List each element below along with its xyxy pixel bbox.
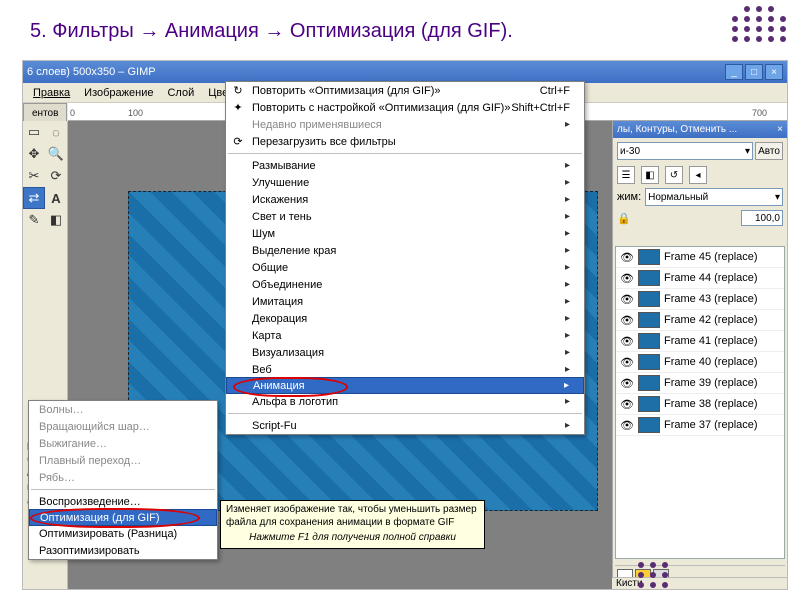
rotate-tool[interactable]: ⟳: [45, 165, 67, 187]
submenu-optimize-gif[interactable]: Оптимизация (для GIF): [29, 509, 217, 526]
eye-icon[interactable]: 👁: [620, 335, 634, 348]
menu-decor[interactable]: Декорация: [226, 310, 584, 327]
layers-tab-icon[interactable]: ☰: [617, 166, 635, 184]
tooltip: Изменяет изображение так, чтобы уменьшит…: [220, 500, 485, 549]
eye-icon[interactable]: 👁: [620, 272, 634, 285]
window-minimize-button[interactable]: _: [725, 64, 743, 80]
gear-icon: ✦: [230, 101, 246, 114]
menu-noise[interactable]: Шум: [226, 225, 584, 242]
text-tool[interactable]: A: [45, 187, 67, 209]
paths-tab-icon[interactable]: ↺: [665, 166, 683, 184]
lock-icon[interactable]: 🔒: [617, 212, 631, 225]
animation-submenu: Волны… Вращающийся шар… Выжигание… Плавн…: [28, 400, 218, 560]
dock-tab[interactable]: ентов: [23, 103, 67, 123]
layer-row[interactable]: 👁Frame 45 (replace): [616, 247, 784, 268]
layer-row[interactable]: 👁Frame 44 (replace): [616, 268, 784, 289]
mode-label: жим:: [617, 191, 641, 203]
menu-light[interactable]: Свет и тень: [226, 208, 584, 225]
channels-tab-icon[interactable]: ◧: [641, 166, 659, 184]
eye-icon[interactable]: 👁: [620, 251, 634, 264]
layers-dock: лы, Контуры, Отменить ...× и-30▾ Авто ☰ …: [612, 121, 787, 589]
submenu-ripple[interactable]: Рябь…: [29, 469, 217, 486]
layer-row[interactable]: 👁Frame 43 (replace): [616, 289, 784, 310]
window-titlebar[interactable]: 6 слоев) 500x350 – GIMP _ □ ×: [23, 61, 787, 83]
submenu-unoptimize[interactable]: Разоптимизировать: [29, 542, 217, 559]
tooltip-text: Изменяет изображение так, чтобы уменьшит…: [226, 504, 479, 529]
menu-recent[interactable]: Недавно применявшиеся: [226, 116, 584, 133]
image-selector[interactable]: и-30▾: [617, 142, 753, 160]
auto-button[interactable]: Авто: [755, 142, 783, 160]
menu-artistic[interactable]: Имитация: [226, 293, 584, 310]
blend-mode-select[interactable]: Нормальный▾: [645, 188, 783, 206]
tooltip-hint: Нажмите F1 для получения полной справки: [226, 532, 479, 545]
layers-list[interactable]: 👁Frame 45 (replace) 👁Frame 44 (replace) …: [615, 246, 785, 559]
freeselect-tool[interactable]: ◌: [45, 121, 67, 143]
crop-tool[interactable]: ✂: [23, 165, 45, 187]
layer-row[interactable]: 👁Frame 37 (replace): [616, 415, 784, 436]
menu-map[interactable]: Карта: [226, 327, 584, 344]
layer-row[interactable]: 👁Frame 39 (replace): [616, 373, 784, 394]
menu-scriptfu[interactable]: Script-Fu: [226, 417, 584, 434]
eye-icon[interactable]: 👁: [620, 398, 634, 411]
window-maximize-button[interactable]: □: [745, 64, 763, 80]
eye-icon[interactable]: 👁: [620, 356, 634, 369]
zoom-tool[interactable]: 🔍: [45, 143, 67, 165]
menu-repeat[interactable]: ↻Повторить «Оптимизация (для GIF)»Ctrl+F: [226, 82, 584, 99]
eye-icon[interactable]: 👁: [620, 377, 634, 390]
menu-render[interactable]: Визуализация: [226, 344, 584, 361]
menu-edge[interactable]: Выделение края: [226, 242, 584, 259]
menu-blur[interactable]: Размывание: [226, 157, 584, 174]
menu-web[interactable]: Веб: [226, 361, 584, 378]
layer-row[interactable]: 👁Frame 41 (replace): [616, 331, 784, 352]
menu-alpha-logo[interactable]: Альфа в логотип: [226, 393, 584, 410]
reload-icon: ⟳: [230, 135, 246, 148]
submenu-blend[interactable]: Плавный переход…: [29, 452, 217, 469]
submenu-play[interactable]: Воспроизведение…: [29, 493, 217, 510]
layer-row[interactable]: 👁Frame 38 (replace): [616, 394, 784, 415]
repeat-icon: ↻: [230, 84, 246, 97]
slide-decoration-dots: [732, 6, 788, 42]
menu-combine[interactable]: Объединение: [226, 276, 584, 293]
dock-tabs[interactable]: лы, Контуры, Отменить ...×: [613, 121, 787, 138]
layer-row[interactable]: 👁Frame 42 (replace): [616, 310, 784, 331]
flip-tool[interactable]: ⇄: [23, 187, 45, 209]
submenu-ball[interactable]: Вращающийся шар…: [29, 418, 217, 435]
menu-edit[interactable]: Правка: [27, 85, 76, 101]
menu-arrow-icon[interactable]: ◂: [689, 166, 707, 184]
menu-generic[interactable]: Общие: [226, 259, 584, 276]
filters-dropdown: ↻Повторить «Оптимизация (для GIF)»Ctrl+F…: [225, 81, 585, 435]
menu-reload-filters[interactable]: ⟳Перезагрузить все фильтры: [226, 133, 584, 150]
menu-distort[interactable]: Искажения: [226, 191, 584, 208]
window-title: 6 слоев) 500x350 – GIMP: [27, 66, 156, 78]
eye-icon[interactable]: 👁: [620, 314, 634, 327]
move-tool[interactable]: ✥: [23, 143, 45, 165]
slide-title: 5. Фильтры → Анимация → Оптимизация (для…: [0, 0, 800, 47]
eye-icon[interactable]: 👁: [620, 293, 634, 306]
pencil-tool[interactable]: ✎: [23, 209, 45, 231]
slide-decoration-dots-bottom: [638, 562, 670, 588]
menu-animation[interactable]: Анимация: [226, 377, 584, 394]
menu-image[interactable]: Изображение: [78, 85, 159, 101]
submenu-waves[interactable]: Волны…: [29, 401, 217, 418]
menu-enhance[interactable]: Улучшение: [226, 174, 584, 191]
opacity-input[interactable]: [741, 210, 783, 226]
eye-icon[interactable]: 👁: [620, 419, 634, 432]
rect-select-tool[interactable]: ▭: [23, 121, 45, 143]
submenu-optimize-diff[interactable]: Оптимизировать (Разница): [29, 525, 217, 542]
submenu-burn[interactable]: Выжигание…: [29, 435, 217, 452]
menu-layer[interactable]: Слой: [161, 85, 200, 101]
window-close-button[interactable]: ×: [765, 64, 783, 80]
layer-row[interactable]: 👁Frame 40 (replace): [616, 352, 784, 373]
menu-repeat-config[interactable]: ✦Повторить с настройкой «Оптимизация (дл…: [226, 99, 584, 116]
eraser-tool[interactable]: ◧: [45, 209, 67, 231]
